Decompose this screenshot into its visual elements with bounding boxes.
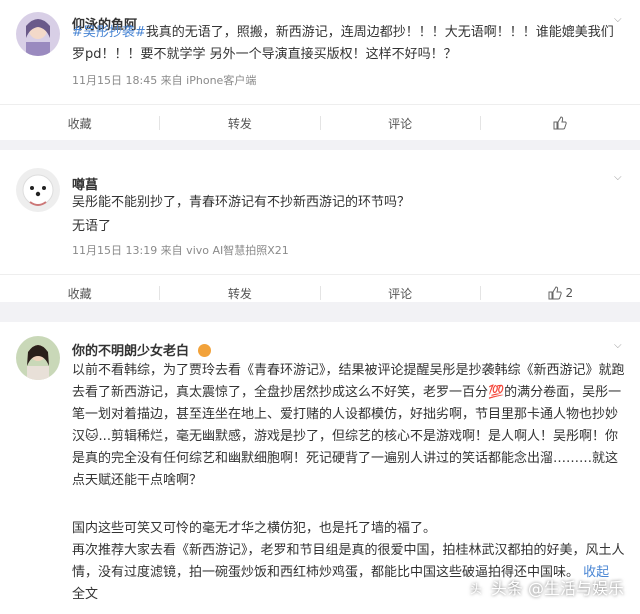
watermark: 头头条 @生活与娱乐	[464, 575, 624, 600]
post-text: #吴彤抄袭#我真的无语了，照搬，新西游记，连周边都抄！！！大无语啊！！！谁能媲美…	[72, 25, 614, 62]
username[interactable]: 噂菖	[72, 174, 98, 193]
post-card-2: 噂菖 ⌵ 吴彤能不能别抄了，青春环游记有不抄新西游记的环节吗？ 无语了 11月1…	[0, 150, 640, 302]
post-card-1: 仰泳的鱼阿 ⌵ #吴彤抄袭#我真的无语了，照搬，新西游记，连周边都抄！！！大无语…	[0, 0, 640, 140]
like-count: 2	[565, 286, 574, 300]
comment-button[interactable]: 评论	[321, 275, 480, 311]
like-button[interactable]	[481, 105, 640, 141]
post-text: 无语了	[72, 219, 112, 234]
thumbs-up-icon	[548, 286, 562, 300]
post-meta: 11月15日 18:45 来自 iPhone客户端	[72, 74, 257, 87]
forward-button[interactable]: 转发	[160, 275, 319, 311]
collect-button[interactable]: 收藏	[0, 275, 159, 311]
post-text: 吴彤能不能别抄了，青春环游记有不抄新西游记的环节吗？	[72, 195, 411, 210]
fulltext-link[interactable]: 全文	[72, 584, 132, 606]
post-paragraph: 国内这些可笑又可怜的毫无才华之横仿犯，也是托了墙的福了。	[72, 521, 437, 536]
topic-link[interactable]: #吴彤抄袭#	[72, 25, 146, 40]
avatar[interactable]	[16, 168, 60, 212]
comment-button[interactable]: 评论	[321, 105, 480, 141]
medal-icon	[197, 344, 211, 357]
forward-button[interactable]: 转发	[160, 105, 319, 141]
username[interactable]: 你的不明朗少女老白	[72, 340, 211, 359]
collect-button[interactable]: 收藏	[0, 105, 159, 141]
like-button[interactable]: 2	[481, 275, 640, 311]
toutiao-logo-icon: 头	[464, 578, 487, 600]
chevron-down-icon[interactable]: ⌵	[614, 172, 626, 184]
thumbs-up-icon	[553, 116, 568, 130]
post-card-3: 你的不明朗少女老白 ⌵ 以前不看韩综，为了贾玲去看《青春环游记》，结果被评论提醒…	[0, 322, 640, 614]
post-paragraph: 以前不看韩综，为了贾玲去看《青春环游记》，结果被评论提醒吴彤是抄袭韩综《新西游记…	[72, 363, 625, 488]
action-bar: 收藏 转发 评论 2	[0, 274, 640, 311]
avatar[interactable]	[16, 12, 60, 56]
avatar[interactable]	[16, 336, 60, 380]
post-meta: 11月15日 13:19 来自 vivo AI智慧拍照X21	[72, 244, 289, 257]
action-bar: 收藏 转发 评论	[0, 104, 640, 141]
chevron-down-icon[interactable]: ⌵	[614, 340, 626, 352]
